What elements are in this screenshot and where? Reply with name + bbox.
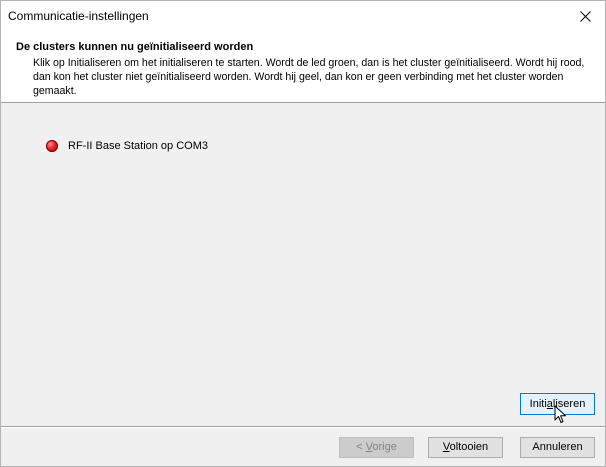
close-button[interactable] — [565, 1, 605, 32]
finish-label-suffix: oltooien — [449, 441, 489, 453]
finish-label-mnemonic: V — [442, 441, 450, 453]
initialize-button[interactable]: Initialiseren — [520, 393, 595, 415]
dialog-window: Communicatie-instellingen De clusters ku… — [0, 0, 606, 467]
finish-button[interactable]: Voltooien — [428, 437, 503, 458]
wizard-header: De clusters kunnen nu geïnitialiseerd wo… — [1, 32, 605, 103]
cluster-item: RF-II Base Station op COM3 — [46, 140, 208, 152]
cluster-name: RF-II Base Station op COM3 — [68, 140, 208, 152]
cluster-list: RF-II Base Station op COM3 — [1, 104, 605, 424]
red-led-icon — [46, 140, 58, 152]
header-title: De clusters kunnen nu geïnitialiseerd wo… — [16, 41, 254, 53]
title-bar: Communicatie-instellingen — [1, 1, 605, 32]
previous-label-prefix: < — [356, 441, 366, 453]
previous-label-suffix: orige — [372, 441, 397, 453]
close-icon — [579, 11, 591, 22]
cancel-button[interactable]: Annuleren — [520, 437, 595, 458]
header-description: Klik op Initialiseren om het initialiser… — [33, 57, 585, 97]
window-title: Communicatie-instellingen — [8, 9, 149, 23]
initialize-label-prefix: Initi — [529, 398, 547, 410]
initialize-label-suffix: liseren — [552, 398, 586, 410]
previous-button[interactable]: < Vorige — [339, 437, 414, 458]
footer-separator-highlight — [1, 427, 605, 428]
